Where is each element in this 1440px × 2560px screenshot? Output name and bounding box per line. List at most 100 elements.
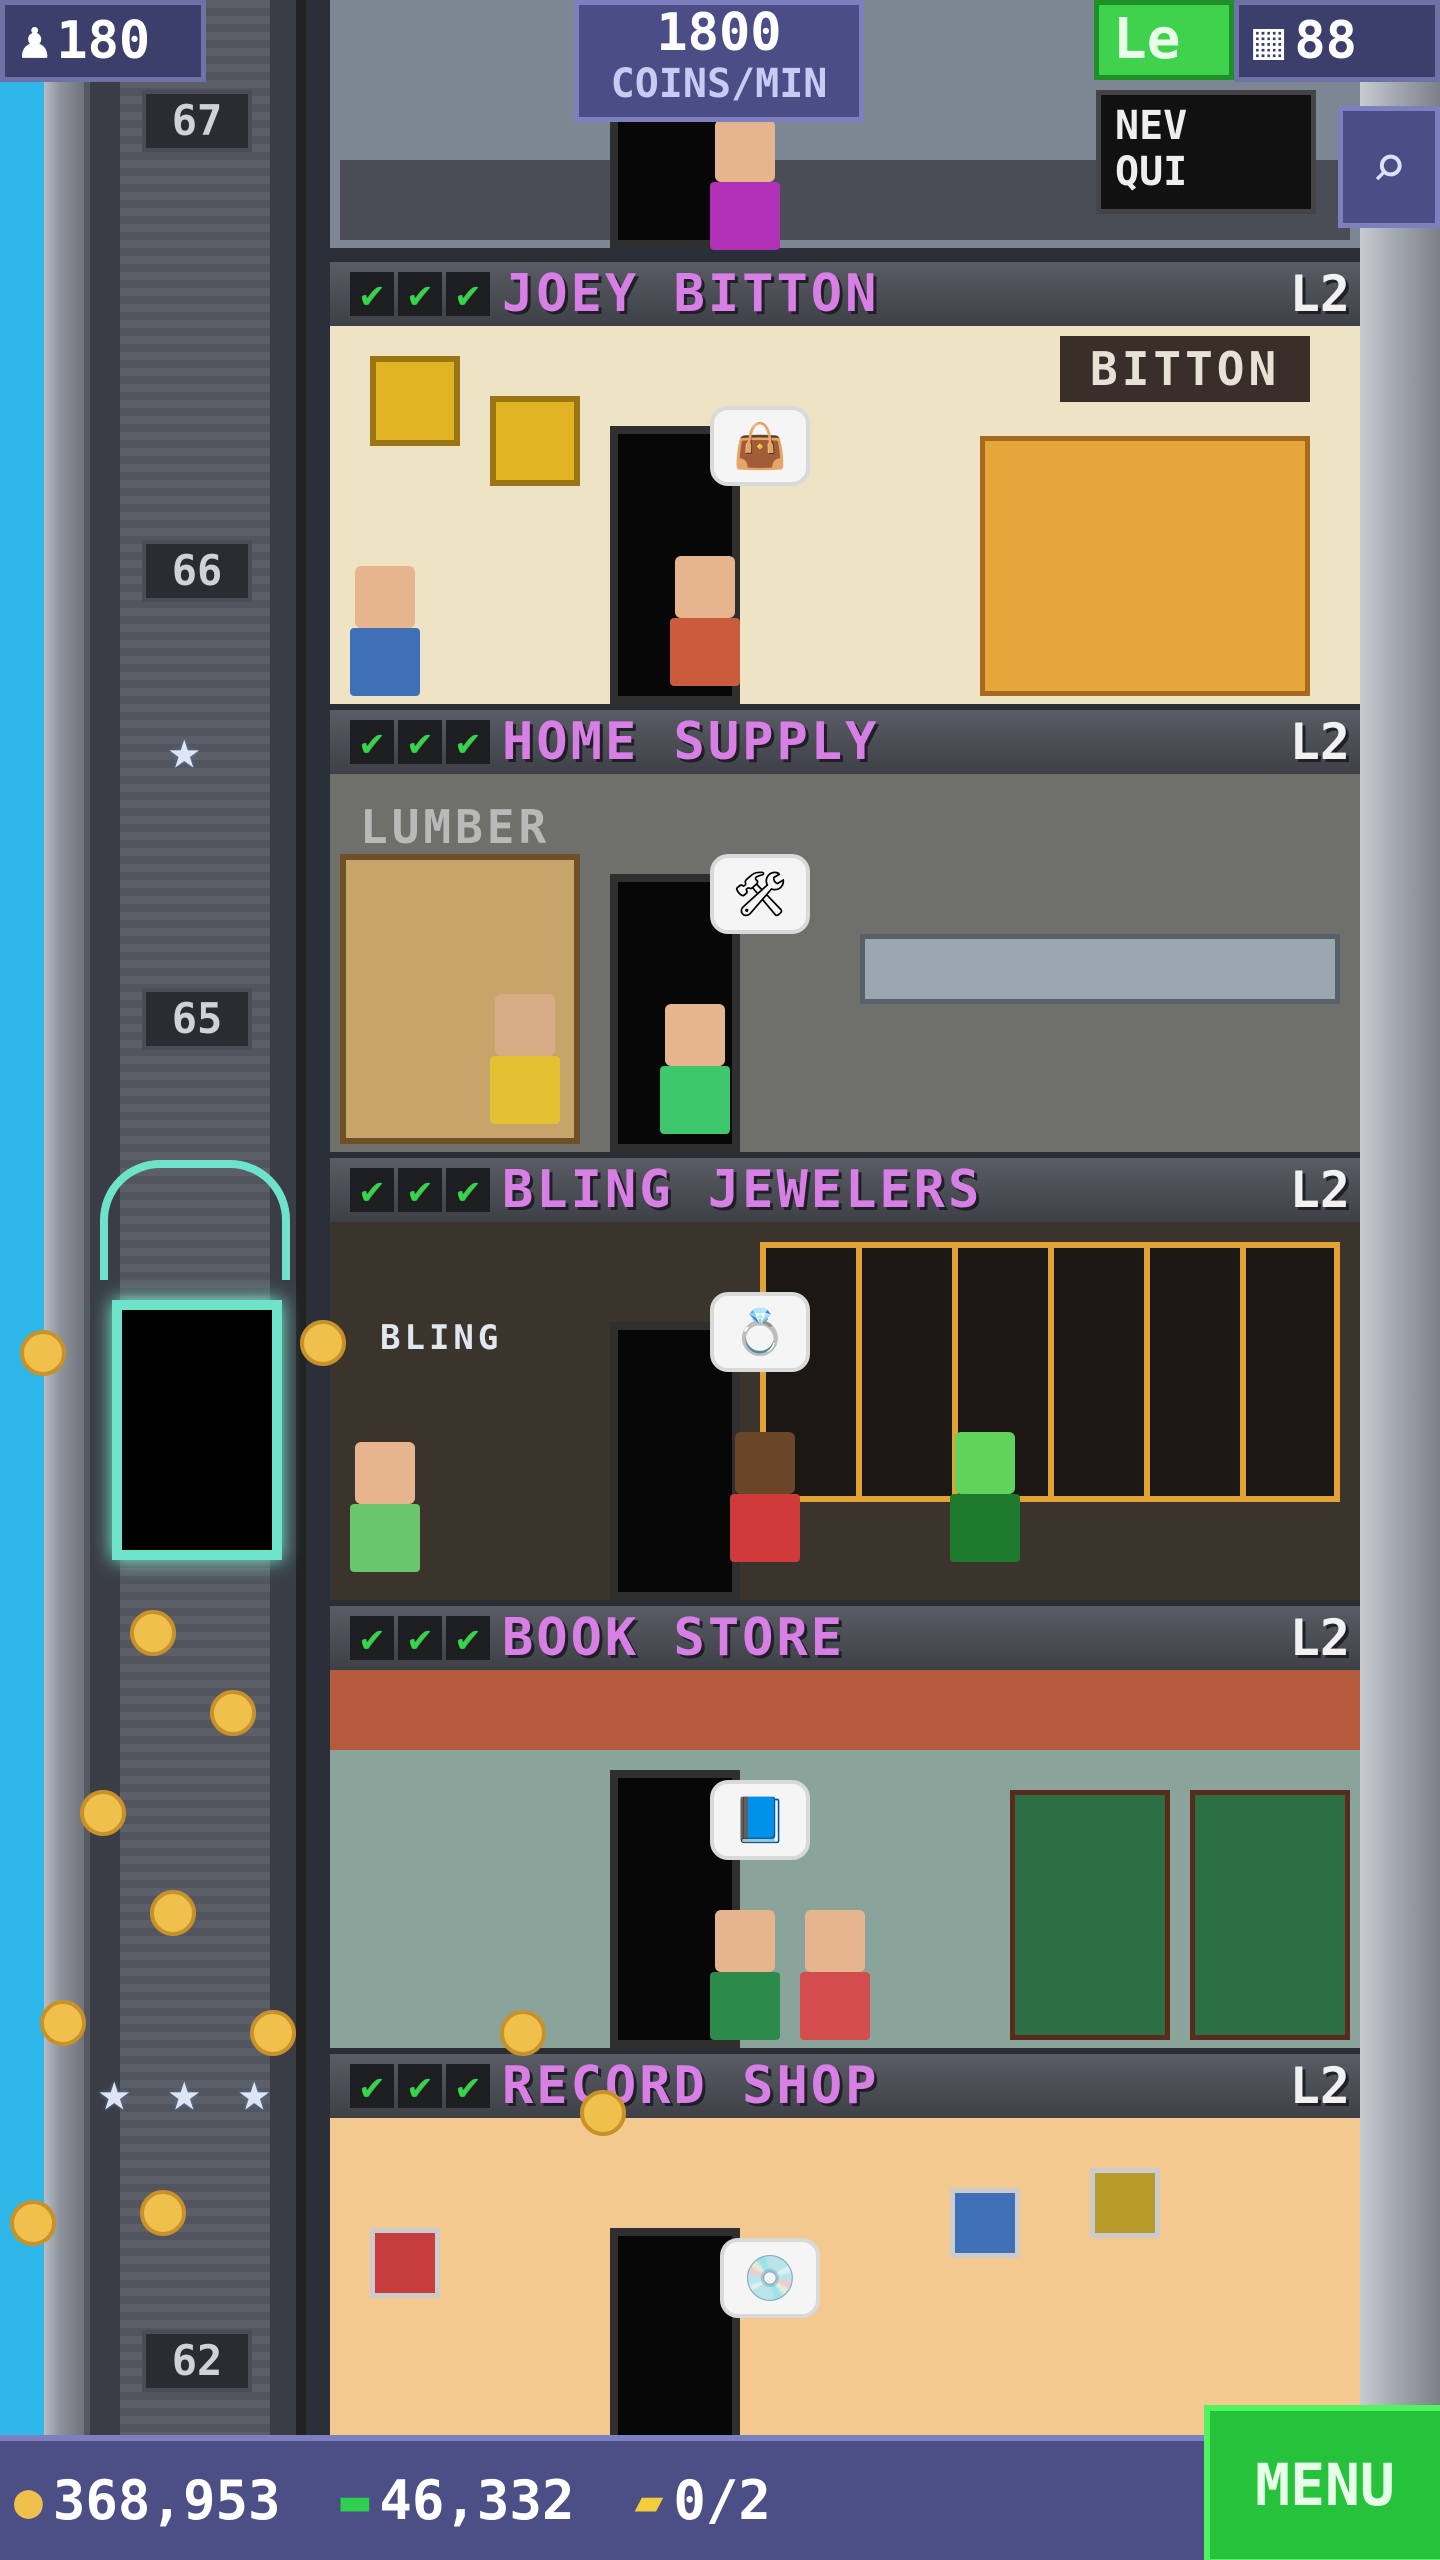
elevator-floor-62: 62: [142, 2330, 252, 2392]
floor-room[interactable]: BITTON 👜: [330, 326, 1360, 704]
tickets-display[interactable]: ▰ 0/2: [634, 2469, 770, 2532]
store-sign: LUMBER: [360, 800, 551, 854]
floor-header[interactable]: ✔ ✔ ✔ HOME SUPPLY L2: [330, 704, 1360, 774]
floor-joey-bitton[interactable]: ✔ ✔ ✔ JOEY BITTON L2 BITTON 👜: [330, 256, 1360, 704]
tenant[interactable]: [800, 1910, 870, 2040]
floor-home-supply[interactable]: ✔ ✔ ✔ HOME SUPPLY L2 LUMBER 🛠: [330, 704, 1360, 1152]
elevator-floor-65: 65: [142, 988, 252, 1050]
tenant[interactable]: [490, 994, 560, 1124]
floor-room[interactable]: 💿: [330, 2118, 1360, 2436]
coin-icon: [130, 1610, 176, 1656]
bottom-hud: ● 368,953 ▬ 46,332 ▰ 0/2 MENU: [0, 2405, 1440, 2560]
floors-count: 88: [1294, 11, 1357, 71]
floor-level: L2: [1289, 265, 1350, 323]
check-icon: ✔: [398, 2064, 442, 2108]
floor-room[interactable]: LUMBER 🛠: [330, 774, 1360, 1152]
wall-frame: [370, 356, 460, 446]
tenant[interactable]: [730, 1432, 800, 1562]
floor-room[interactable]: 📘: [330, 1670, 1360, 2048]
speech-bubble[interactable]: 🛠: [710, 854, 810, 934]
floor-name: RECORD SHOP: [502, 2056, 880, 2116]
jewel-display: [760, 1242, 1340, 1502]
stock-checks: ✔ ✔ ✔: [350, 1616, 490, 1660]
coins-rate-unit: COINS/MIN: [610, 61, 828, 107]
bookshelf: [1010, 1790, 1170, 2040]
tenant[interactable]: [710, 1910, 780, 2040]
speech-bubble[interactable]: 💿: [720, 2238, 820, 2318]
coins-rate-panel[interactable]: 1800 COINS/MIN: [574, 0, 864, 122]
coin-icon: ●: [14, 2472, 43, 2529]
floor-level: L2: [1289, 713, 1350, 771]
grid-icon: ▦: [1253, 11, 1285, 71]
coin-icon: [500, 2010, 546, 2056]
coin-icon: [580, 2090, 626, 2136]
floor-name: BLING JEWELERS: [502, 1160, 983, 1220]
coin-icon: [300, 1320, 346, 1366]
coin-icon: [250, 2010, 296, 2056]
speech-bubble[interactable]: 💍: [710, 1292, 810, 1372]
wall-frame: [1090, 2168, 1160, 2238]
search-icon: ⌕: [1370, 132, 1408, 202]
floor-bling-jewelers[interactable]: ✔ ✔ ✔ BLING JEWELERS L2 BLING 💍: [330, 1152, 1360, 1600]
check-icon: ✔: [350, 2064, 394, 2108]
wall-frame: [950, 2188, 1020, 2258]
floor-header[interactable]: ✔ ✔ ✔ BOOK STORE L2: [330, 1600, 1360, 1670]
check-icon: ✔: [446, 1616, 490, 1660]
wall-frame: [490, 396, 580, 486]
search-button[interactable]: ⌕: [1338, 106, 1440, 228]
tenant[interactable]: [350, 1442, 420, 1572]
tenant[interactable]: [670, 556, 740, 686]
coins-value: 368,953: [52, 2469, 281, 2532]
coin-icon: [210, 1690, 256, 1736]
tool-counter: [860, 934, 1340, 1004]
stock-checks: ✔ ✔ ✔: [350, 1168, 490, 1212]
elevator-floor-66: 66: [142, 540, 252, 602]
tenant[interactable]: [950, 1432, 1020, 1562]
coins-rate-value: 1800: [656, 3, 782, 63]
floor-header[interactable]: ✔ ✔ ✔ JOEY BITTON L2: [330, 256, 1360, 326]
bux-value: 46,332: [379, 2469, 575, 2532]
store-sign: BLING: [380, 1318, 503, 1358]
check-icon: ✔: [398, 1168, 442, 1212]
bux-icon: ▬: [340, 2472, 370, 2529]
check-icon: ✔: [446, 2064, 490, 2108]
check-icon: ✔: [398, 272, 442, 316]
check-icon: ✔: [446, 720, 490, 764]
bookshelf: [1190, 1790, 1350, 2040]
speech-bubble[interactable]: 📘: [710, 1780, 810, 1860]
tenant[interactable]: [350, 566, 420, 696]
population-value: 180: [56, 11, 151, 71]
star-icon: ★: [98, 2060, 131, 2123]
coin-icon: [150, 1890, 196, 1936]
wall-frame: [370, 2228, 440, 2298]
floor-header[interactable]: ✔ ✔ ✔ RECORD SHOP L2: [330, 2048, 1360, 2118]
building-edge: [44, 0, 84, 2435]
coin-icon: [20, 1330, 66, 1376]
tenant[interactable]: [660, 1004, 730, 1134]
coins-display[interactable]: ● 368,953: [14, 2469, 280, 2532]
elevator-door[interactable]: [112, 1300, 282, 1560]
coin-icon: [80, 1790, 126, 1836]
check-icon: ✔: [350, 1616, 394, 1660]
floor-book-store[interactable]: ✔ ✔ ✔ BOOK STORE L2 📘: [330, 1600, 1360, 2048]
coin-icon: [10, 2200, 56, 2246]
floors-badge[interactable]: ▦ 88: [1234, 0, 1440, 82]
lobby-arch: [100, 1160, 290, 1280]
floor-record-shop[interactable]: ✔ ✔ ✔ RECORD SHOP L2 💿: [330, 2048, 1360, 2436]
floor-room[interactable]: BLING 💍: [330, 1222, 1360, 1600]
bux-display[interactable]: ▬ 46,332: [340, 2469, 574, 2532]
floor-level: L2: [1289, 1161, 1350, 1219]
person-icon: ♟: [19, 11, 51, 71]
level-badge[interactable]: Le: [1094, 0, 1234, 80]
floor-level: L2: [1289, 1609, 1350, 1667]
check-icon: ✔: [398, 720, 442, 764]
floor-header[interactable]: ✔ ✔ ✔ BLING JEWELERS L2: [330, 1152, 1360, 1222]
quest-panel[interactable]: NEV QUI: [1096, 90, 1316, 214]
menu-button[interactable]: MENU: [1204, 2405, 1440, 2560]
speech-bubble[interactable]: 👜: [710, 406, 810, 486]
elevator-lobby[interactable]: [92, 1160, 302, 1580]
population-badge[interactable]: ♟ 180: [0, 0, 206, 82]
top-hud: ♟ 180 1800 COINS/MIN Le ▦ 88 NEV QUI ⌕: [0, 0, 1440, 240]
floor-name: BOOK STORE: [502, 1608, 846, 1668]
floor-name: JOEY BITTON: [502, 264, 880, 324]
